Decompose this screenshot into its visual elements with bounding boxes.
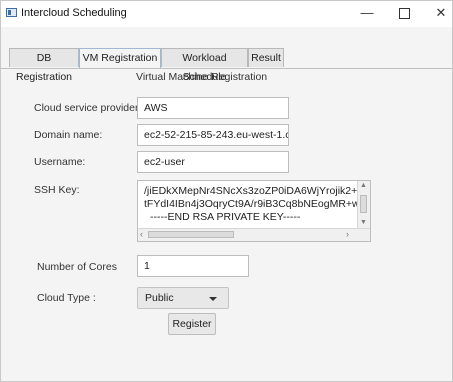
- vertical-scroll-thumb[interactable]: [360, 195, 367, 213]
- app-icon: [6, 8, 17, 17]
- minimize-button[interactable]: —: [353, 4, 381, 22]
- form-heading: Virtual Machine Registration: [136, 71, 268, 83]
- cloud-type-select[interactable]: Public: [137, 287, 229, 309]
- close-button[interactable]: ✕: [427, 4, 453, 22]
- username-label: Username:: [34, 156, 86, 168]
- domain-name-input[interactable]: ec2-52-215-85-243.eu-west-1.comp: [137, 124, 289, 146]
- tab-vm-registration[interactable]: VM Registration: [79, 48, 161, 69]
- scroll-right-icon[interactable]: ›: [346, 229, 349, 240]
- tab-result[interactable]: Result: [248, 48, 284, 67]
- window-title: Intercloud Scheduling: [21, 7, 127, 19]
- horizontal-scrollbar[interactable]: ‹ ›: [138, 228, 370, 241]
- cloud-provider-label: Cloud service provider :: [34, 102, 145, 114]
- tab-divider: [1, 68, 452, 69]
- ssh-key-content: /jiEDkXMepNr4SNcXs3zoZP0iDA6WjYrojik2+gc…: [144, 185, 360, 224]
- horizontal-scroll-thumb[interactable]: [148, 231, 234, 238]
- ssh-key-line: /jiEDkXMepNr4SNcXs3zoZP0iDA6WjYrojik2+gc…: [144, 185, 360, 197]
- scroll-down-icon[interactable]: ▼: [360, 219, 367, 226]
- cores-input[interactable]: 1: [137, 255, 249, 277]
- chevron-down-icon: [209, 297, 217, 301]
- cloud-type-label: Cloud Type :: [37, 292, 96, 304]
- tab-workload-schedule[interactable]: Workload Schedule: [161, 48, 248, 83]
- ssh-key-line: tFYdI4IBn4j3OqryCt9A/r9iB3Cq8bNEogMR+wuF…: [144, 198, 360, 210]
- vertical-scrollbar[interactable]: ▲ ▼: [357, 181, 370, 229]
- maximize-icon: [398, 8, 410, 20]
- register-button[interactable]: Register: [168, 313, 216, 335]
- cloud-provider-input[interactable]: AWS: [137, 97, 289, 119]
- domain-name-label: Domain name:: [34, 129, 103, 141]
- app-window: Intercloud Scheduling — ✕ DB Registratio…: [0, 0, 453, 382]
- tab-db-registration[interactable]: DB Registration: [9, 48, 79, 83]
- scroll-up-icon[interactable]: ▲: [360, 182, 367, 189]
- username-input[interactable]: ec2-user: [137, 151, 289, 173]
- scroll-left-icon[interactable]: ‹: [140, 229, 143, 240]
- cloud-type-value: Public: [145, 292, 174, 304]
- cores-label: Number of Cores: [37, 261, 117, 273]
- maximize-button[interactable]: [390, 4, 418, 22]
- ssh-key-label: SSH Key:: [34, 184, 80, 196]
- title-bar: Intercloud Scheduling — ✕: [1, 1, 452, 27]
- ssh-key-textarea[interactable]: /jiEDkXMepNr4SNcXs3zoZP0iDA6WjYrojik2+gc…: [137, 180, 371, 242]
- ssh-key-line: -----END RSA PRIVATE KEY-----: [150, 211, 301, 223]
